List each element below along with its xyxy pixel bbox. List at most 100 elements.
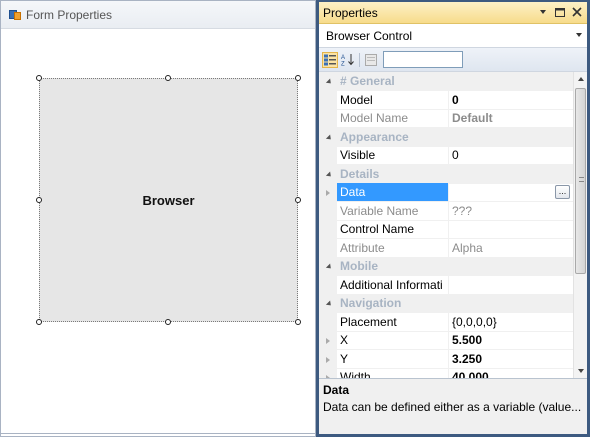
property-row[interactable]: Additional Informati: [319, 276, 573, 295]
row-gutter: [319, 91, 337, 110]
property-name: X: [337, 331, 449, 350]
property-row[interactable]: Variable Name???: [319, 202, 573, 221]
ellipsis-button[interactable]: ...: [555, 185, 570, 199]
collapse-icon[interactable]: [319, 128, 337, 147]
category-label[interactable]: Mobile: [337, 257, 573, 276]
svg-text:A: A: [341, 55, 345, 61]
collapse-icon[interactable]: [319, 257, 337, 276]
property-row[interactable]: Placement {0,0,0,0}: [319, 313, 573, 332]
expand-icon[interactable]: [319, 183, 337, 202]
categorized-icon[interactable]: [322, 51, 338, 68]
property-value[interactable]: Default: [449, 109, 573, 128]
property-name: Data: [337, 183, 449, 202]
property-name: Visible: [337, 146, 449, 165]
properties-panel: Properties Browser Control A Z # General…: [316, 0, 590, 437]
property-value[interactable]: 0: [449, 91, 573, 110]
property-name: Additional Informati: [337, 276, 449, 295]
property-search-input[interactable]: [383, 51, 463, 68]
property-name: Width: [337, 368, 449, 378]
property-category[interactable]: Appearance: [319, 128, 573, 147]
property-value[interactable]: 0: [449, 146, 573, 165]
form-title-bar[interactable]: Form Properties: [1, 1, 315, 29]
property-row[interactable]: Attribute Alpha: [319, 239, 573, 258]
properties-toolbar: A Z: [319, 48, 587, 72]
resize-handle-top[interactable]: [165, 75, 171, 81]
property-name: Model Name: [337, 109, 449, 128]
property-grid-scrollbar[interactable]: [573, 72, 587, 378]
resize-handle-bottom-left[interactable]: [36, 319, 42, 325]
property-name: Control Name: [337, 220, 449, 239]
property-value[interactable]: [449, 276, 573, 295]
resize-handle-bottom-right[interactable]: [295, 319, 301, 325]
browser-control-label: Browser: [142, 192, 195, 208]
toolbar-separator: [359, 52, 360, 67]
property-row[interactable]: Model 0: [319, 91, 573, 110]
property-category[interactable]: Details: [319, 165, 573, 184]
property-value[interactable]: 5.500: [449, 331, 573, 350]
description-pane: Data Data can be defined either as a var…: [319, 378, 587, 434]
property-name: Model: [337, 91, 449, 110]
properties-title-bar: Properties: [319, 2, 587, 24]
row-gutter: [319, 276, 337, 295]
object-selector-value: Browser Control: [326, 28, 413, 43]
property-row[interactable]: Data...: [319, 183, 573, 202]
property-row[interactable]: Y 3.250: [319, 350, 573, 369]
description-text: Data can be defined either as a variable…: [323, 400, 582, 414]
collapse-icon[interactable]: [319, 294, 337, 313]
category-label[interactable]: Navigation: [337, 294, 573, 313]
object-selector[interactable]: Browser Control: [319, 24, 587, 48]
property-category[interactable]: Navigation: [319, 294, 573, 313]
scroll-down-icon[interactable]: [574, 364, 587, 378]
resize-handle-top-right[interactable]: [295, 75, 301, 81]
property-value[interactable]: 40.000: [449, 368, 573, 378]
property-row[interactable]: Control Name: [319, 220, 573, 239]
property-value[interactable]: 3.250: [449, 350, 573, 369]
maximize-icon[interactable]: [554, 5, 566, 19]
svg-text:Z: Z: [341, 62, 345, 67]
property-value[interactable]: Alpha: [449, 239, 573, 258]
panel-dropdown-icon[interactable]: [537, 5, 549, 19]
row-gutter: [319, 313, 337, 332]
property-name: Variable Name: [337, 202, 449, 221]
row-gutter: [319, 202, 337, 221]
row-gutter: [319, 239, 337, 258]
category-label[interactable]: # General: [337, 72, 573, 91]
property-category[interactable]: # General: [319, 72, 573, 91]
property-value[interactable]: {0,0,0,0}: [449, 313, 573, 332]
category-label[interactable]: Appearance: [337, 128, 573, 147]
row-gutter: [319, 109, 337, 128]
collapse-icon[interactable]: [319, 72, 337, 91]
scroll-thumb[interactable]: [575, 88, 586, 274]
property-value[interactable]: [449, 220, 573, 239]
form-bottom-border: [1, 433, 315, 434]
browser-control[interactable]: Browser: [39, 78, 298, 322]
property-value[interactable]: ???: [449, 202, 573, 221]
expand-icon[interactable]: [319, 331, 337, 350]
property-row[interactable]: Visible 0: [319, 146, 573, 165]
close-icon[interactable]: [571, 5, 583, 19]
property-row[interactable]: Width 40.000: [319, 368, 573, 378]
property-pages-icon[interactable]: [363, 52, 379, 68]
form-title: Form Properties: [26, 7, 113, 22]
resize-handle-left[interactable]: [36, 197, 42, 203]
resize-handle-bottom[interactable]: [165, 319, 171, 325]
property-name: Attribute: [337, 239, 449, 258]
sort-az-icon[interactable]: A Z: [340, 52, 356, 68]
property-row[interactable]: X 5.500: [319, 331, 573, 350]
scroll-up-icon[interactable]: [574, 72, 587, 86]
property-name: Y: [337, 350, 449, 369]
collapse-icon[interactable]: [319, 165, 337, 184]
property-category[interactable]: Mobile: [319, 257, 573, 276]
property-row[interactable]: Model Name Default: [319, 109, 573, 128]
expand-icon[interactable]: [319, 368, 337, 378]
form-icon: [9, 9, 21, 20]
description-title: Data: [323, 383, 350, 397]
resize-handle-right[interactable]: [295, 197, 301, 203]
row-gutter: [319, 146, 337, 165]
properties-title: Properties: [323, 5, 378, 20]
property-name: Placement: [337, 313, 449, 332]
resize-handle-top-left[interactable]: [36, 75, 42, 81]
expand-icon[interactable]: [319, 350, 337, 369]
property-grid: # General Model 0 Model Name Default Appearan…: [319, 72, 573, 378]
category-label[interactable]: Details: [337, 165, 573, 184]
